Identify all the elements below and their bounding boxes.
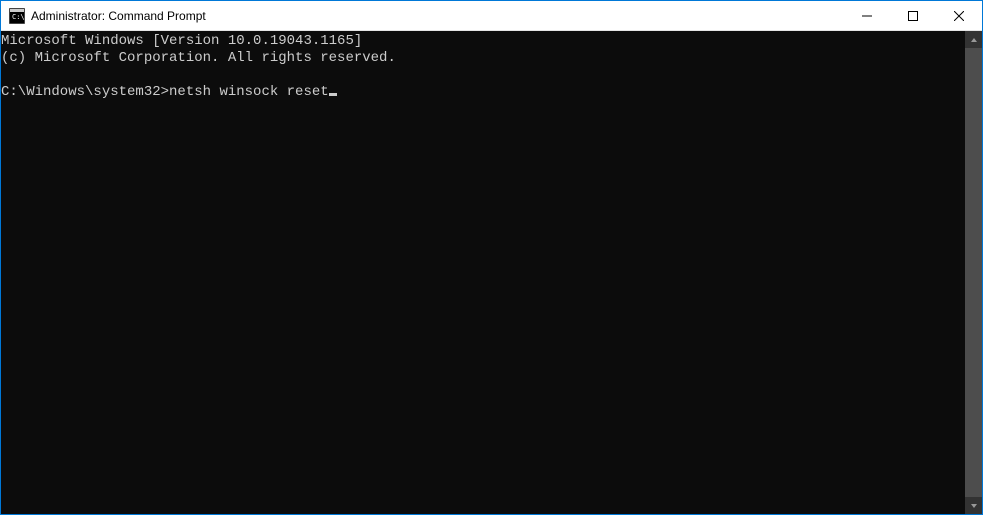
window-title: Administrator: Command Prompt <box>31 9 206 23</box>
prompt-path: C:\Windows\system32> <box>1 84 169 100</box>
minimize-button[interactable] <box>844 1 890 30</box>
window-controls <box>844 1 982 30</box>
scroll-up-arrow-icon[interactable] <box>965 31 982 48</box>
maximize-button[interactable] <box>890 1 936 30</box>
cmd-icon: C:\ <box>9 8 25 24</box>
cursor <box>329 93 337 96</box>
command-prompt-window: C:\ Administrator: Command Prompt Micros… <box>0 0 983 515</box>
scroll-track[interactable] <box>965 48 982 497</box>
terminal-line: Microsoft Windows [Version 10.0.19043.11… <box>1 33 362 49</box>
vertical-scrollbar[interactable] <box>965 31 982 514</box>
terminal-line: (c) Microsoft Corporation. All rights re… <box>1 50 396 66</box>
titlebar[interactable]: C:\ Administrator: Command Prompt <box>1 1 982 31</box>
typed-command: netsh winsock reset <box>169 84 329 100</box>
terminal[interactable]: Microsoft Windows [Version 10.0.19043.11… <box>1 31 965 514</box>
scroll-thumb[interactable] <box>965 48 982 497</box>
content-area: Microsoft Windows [Version 10.0.19043.11… <box>1 31 982 514</box>
terminal-prompt-line: C:\Windows\system32>netsh winsock reset <box>1 84 337 100</box>
scroll-down-arrow-icon[interactable] <box>965 497 982 514</box>
close-button[interactable] <box>936 1 982 30</box>
svg-text:C:\: C:\ <box>12 13 25 21</box>
